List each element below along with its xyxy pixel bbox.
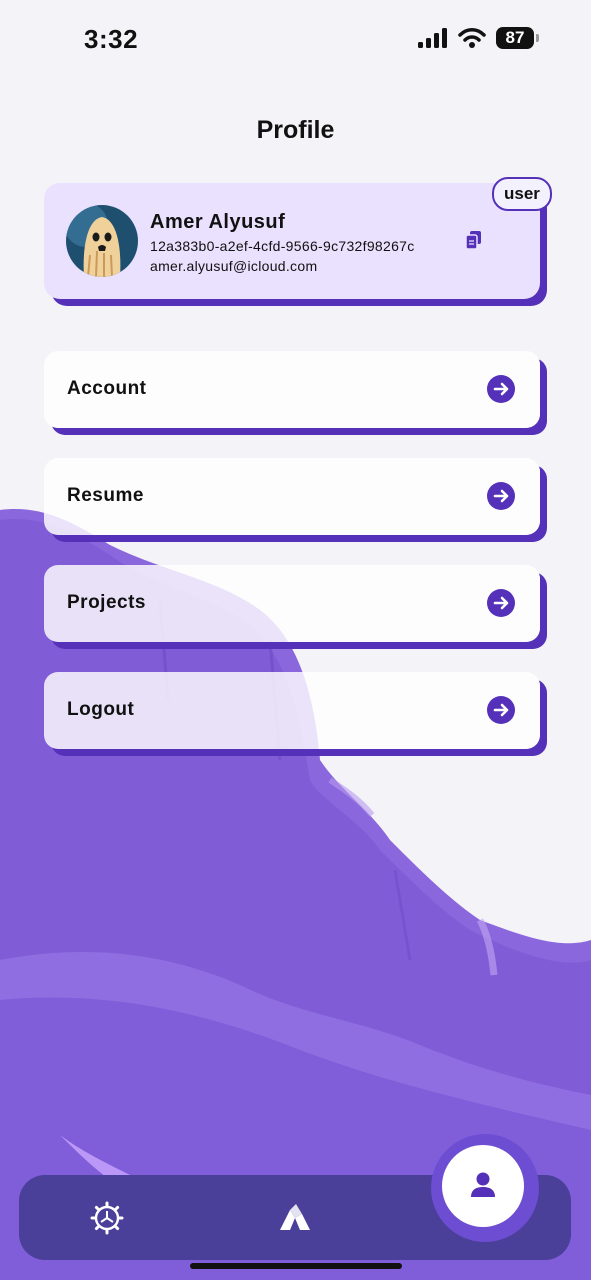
profile-email: amer.alyusuf@icloud.com bbox=[150, 258, 318, 274]
menu-item-account[interactable]: Account bbox=[44, 351, 540, 428]
arrow-right-circle-icon[interactable] bbox=[487, 589, 515, 617]
signal-icon bbox=[418, 28, 447, 48]
arrow-right-circle-icon[interactable] bbox=[487, 482, 515, 510]
battery-level: 87 bbox=[496, 27, 534, 49]
menu-item-label: Logout bbox=[67, 699, 135, 720]
tab-profile[interactable] bbox=[442, 1145, 524, 1227]
wifi-icon bbox=[458, 28, 486, 48]
projects-icon[interactable] bbox=[278, 1204, 312, 1232]
ghost-avatar-icon bbox=[66, 205, 138, 277]
home-indicator bbox=[190, 1263, 402, 1269]
menu-item-logout[interactable]: Logout bbox=[44, 672, 540, 749]
status-bar: 3:32 87 bbox=[0, 0, 591, 80]
profile-user-id: 12a383b0-a2ef-4cfd-9566-9c732f98267c bbox=[150, 238, 415, 254]
battery-icon: 87 bbox=[496, 27, 539, 49]
settings-icon[interactable] bbox=[90, 1201, 124, 1235]
menu-item-projects[interactable]: Projects bbox=[44, 565, 540, 642]
menu-item-resume[interactable]: Resume bbox=[44, 458, 540, 535]
menu-item-label: Account bbox=[67, 378, 147, 399]
profile-card: Amer Alyusuf 12a383b0-a2ef-4cfd-9566-9c7… bbox=[44, 183, 540, 299]
avatar[interactable] bbox=[66, 205, 138, 277]
status-icons: 87 bbox=[418, 27, 539, 49]
profile-name: Amer Alyusuf bbox=[150, 211, 286, 233]
arrow-right-circle-icon[interactable] bbox=[487, 696, 515, 724]
status-time: 3:32 bbox=[84, 24, 139, 54]
role-badge: user bbox=[492, 177, 552, 211]
page-title: Profile bbox=[256, 116, 335, 144]
menu-item-label: Resume bbox=[67, 485, 144, 506]
profile-icon bbox=[471, 1172, 495, 1197]
copy-icon[interactable] bbox=[466, 231, 482, 249]
arrow-right-circle-icon[interactable] bbox=[487, 375, 515, 403]
menu-item-label: Projects bbox=[67, 592, 146, 613]
